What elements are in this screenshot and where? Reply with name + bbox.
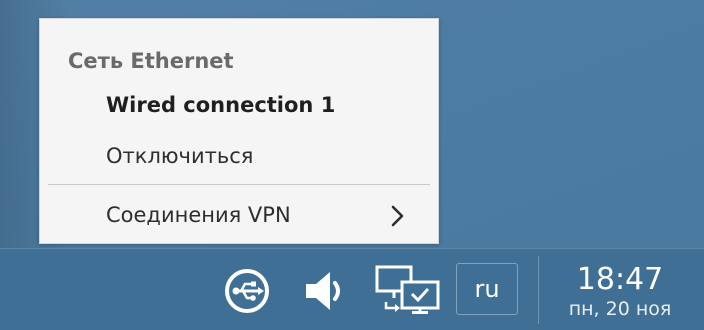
menu-item-vpn-connections[interactable]: Соединения VPN: [106, 203, 291, 227]
clock-separator: [538, 256, 539, 324]
menu-item-active-connection[interactable]: Wired connection 1: [106, 93, 335, 117]
menu-header-ethernet: Сеть Ethernet: [68, 49, 234, 73]
clock-date[interactable]: пн, 20 ноя: [540, 298, 700, 320]
chevron-right-icon: [391, 205, 404, 227]
menu-item-disconnect[interactable]: Отключиться: [106, 144, 253, 168]
network-menu: Сеть Ethernet Wired connection 1 Отключи…: [39, 18, 439, 244]
keyboard-layout-button[interactable]: ru: [456, 263, 518, 315]
menu-separator: [48, 184, 430, 185]
display-switch-icon[interactable]: [374, 264, 442, 314]
speaker-icon[interactable]: [300, 268, 346, 314]
clock-time[interactable]: 18:47: [540, 262, 700, 297]
usb-network-icon[interactable]: [224, 268, 270, 314]
